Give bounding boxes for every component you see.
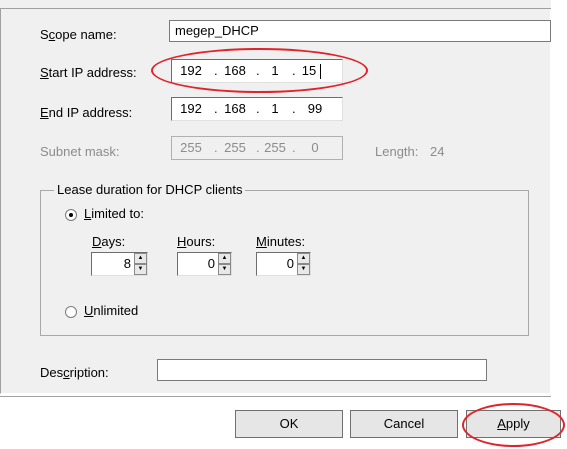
end-ip-octet-1: 192 (180, 101, 202, 116)
hours-spinner[interactable]: 0 ▲ ▼ (177, 252, 232, 276)
minutes-label: Minutes: (256, 234, 306, 249)
scope-name-label: Scope name: (40, 27, 117, 42)
limited-radio-label[interactable]: Limited to: (84, 206, 144, 221)
mask-octet-2: 255 (224, 140, 246, 155)
end-ip-octet-2: 168 (224, 101, 246, 116)
subnet-mask-label: Subnet mask: (40, 144, 120, 159)
top-frame-edge (0, 0, 551, 9)
description-input[interactable] (157, 359, 487, 381)
ip-dot: . (214, 140, 218, 155)
days-value: 8 (123, 256, 131, 271)
length-value: 24 (430, 144, 445, 159)
highlight-ellipse-apply (462, 403, 565, 447)
hours-value: 0 (207, 256, 215, 271)
spin-up-icon[interactable]: ▲ (218, 253, 231, 264)
start-ip-label: Start IP address: (40, 65, 137, 80)
days-label: Days: (92, 234, 126, 249)
description-label: Description: (40, 365, 109, 380)
unlimited-radio[interactable] (65, 306, 77, 318)
spin-up-icon[interactable]: ▲ (134, 253, 147, 264)
scope-name-input[interactable]: megep_DHCP (169, 20, 551, 42)
mask-octet-3: 255 (264, 140, 286, 155)
end-ip-octet-3: 1 (271, 101, 279, 116)
ip-dot: . (292, 140, 296, 155)
radio-selected-dot (69, 213, 73, 217)
ip-dot: . (292, 101, 296, 116)
unlimited-radio-label[interactable]: Unlimited (84, 303, 138, 318)
ip-dot: . (214, 101, 218, 116)
limited-radio[interactable] (65, 209, 77, 221)
lease-duration-title: Lease duration for DHCP clients (54, 182, 246, 197)
ok-button[interactable]: OK (235, 410, 343, 438)
minutes-spin-buttons: ▲ ▼ (297, 253, 310, 275)
minutes-value: 0 (286, 256, 294, 271)
cancel-button[interactable]: Cancel (350, 410, 458, 438)
end-ip-input[interactable]: 192 . 168 . 1 . 99 (171, 97, 343, 121)
hours-label: Hours: (177, 234, 216, 249)
spin-down-icon[interactable]: ▼ (218, 264, 231, 275)
hours-spin-buttons: ▲ ▼ (218, 253, 231, 275)
subnet-mask-input: 255 . 255 . 255 . 0 (171, 136, 343, 160)
spin-up-icon[interactable]: ▲ (297, 253, 310, 264)
mask-octet-1: 255 (180, 140, 202, 155)
days-spinner[interactable]: 8 ▲ ▼ (91, 252, 148, 276)
days-spin-buttons: ▲ ▼ (134, 253, 147, 275)
end-ip-octet-4: 99 (307, 101, 323, 116)
mask-octet-4: 0 (311, 140, 319, 155)
end-ip-label: End IP address: (40, 105, 133, 120)
length-label: Length: (375, 144, 419, 159)
spin-down-icon[interactable]: ▼ (297, 264, 310, 275)
dialog-separator (0, 396, 551, 397)
highlight-ellipse-start-ip (151, 48, 368, 93)
spin-down-icon[interactable]: ▼ (134, 264, 147, 275)
minutes-spinner[interactable]: 0 ▲ ▼ (256, 252, 311, 276)
